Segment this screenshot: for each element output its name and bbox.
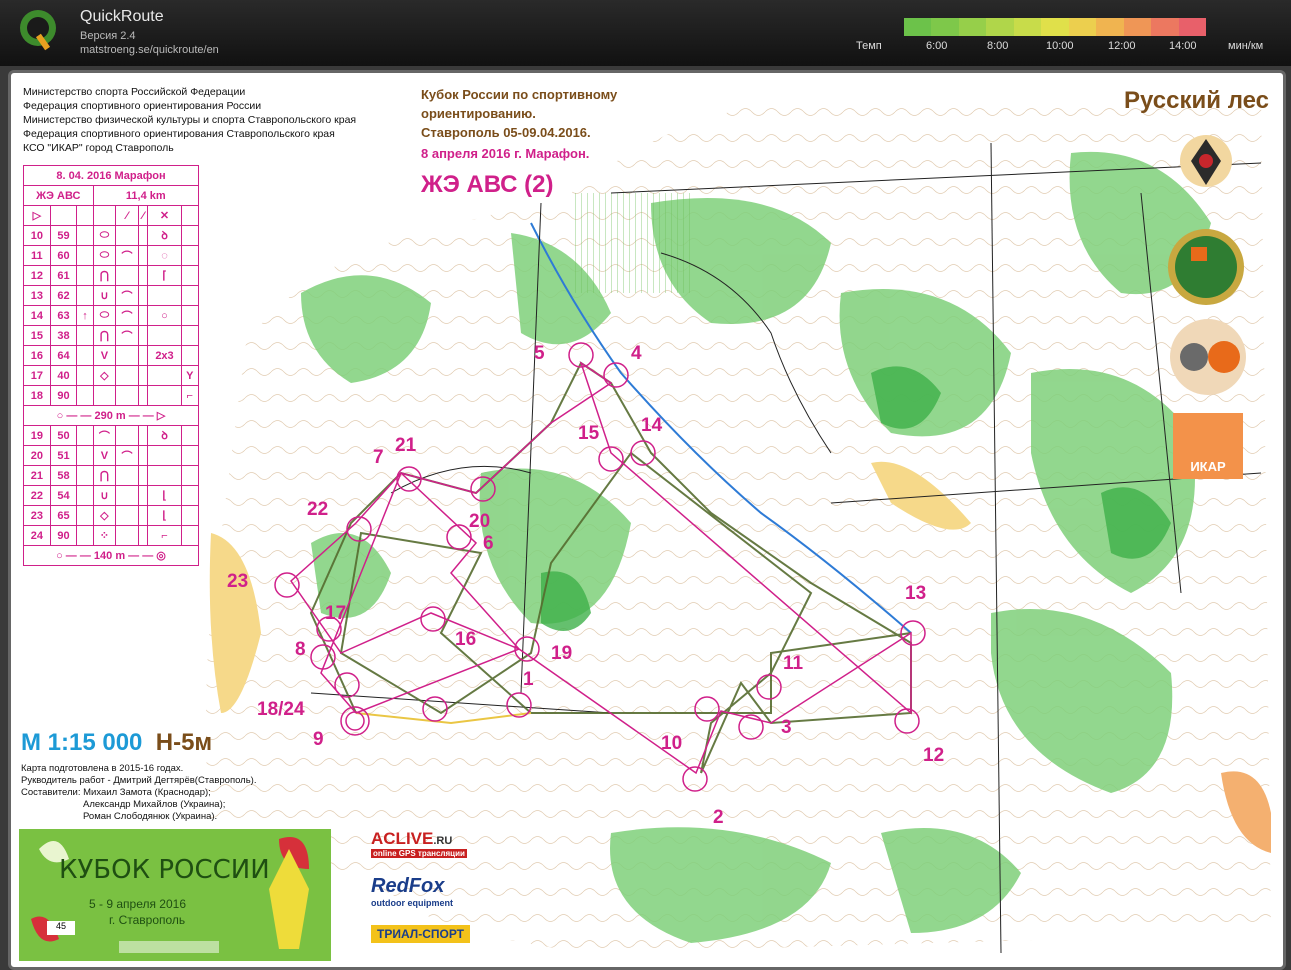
control-number[interactable]: 15: [578, 423, 599, 445]
cd-length: 11,4 km: [92, 185, 200, 206]
cd-row: 15 38 ⋂ ⌒: [23, 325, 199, 346]
control-number[interactable]: 17: [325, 603, 346, 625]
aclive-logo: ACLIVE.RU online GPS трансляции: [371, 829, 467, 858]
trial-sport-logo: ТРИАЛ-СПОРТ: [371, 925, 470, 943]
control-number[interactable]: 23: [227, 571, 248, 593]
org-line: КСО "ИКАР" город Ставрополь: [23, 142, 174, 154]
cd-row: 14 63 ↑ ⬭ ⌒ ○: [23, 305, 199, 326]
leaves-decoration-icon: [31, 837, 309, 953]
pace-tick: 14:00: [1169, 40, 1197, 52]
control-number[interactable]: 4: [631, 343, 642, 365]
control-number[interactable]: 13: [905, 583, 926, 605]
cd-row: 13 62 ∪ ⌒: [23, 285, 199, 306]
pace-unit: мин/км: [1228, 40, 1264, 52]
cd-finish-route: ○ — — 140 m — — ◎: [23, 545, 199, 566]
redfox-logo: RedFox outdoor equipment: [371, 875, 453, 908]
org-line: Федерация спортивного ориентирования Ста…: [23, 128, 335, 140]
cup-banner: КУБОК РОССИИ 5 - 9 апреля 2016 г. Ставро…: [19, 829, 331, 961]
map-credits: Карта подготовлена в 2015-16 годах. Рукв…: [21, 763, 257, 822]
control-number[interactable]: 1: [523, 669, 534, 691]
course-name: ЖЭ АВС (2): [421, 171, 554, 198]
cd-row: 11 60 ⬭ ⌒ ◌: [23, 245, 199, 266]
control-number[interactable]: 12: [923, 745, 944, 767]
emblem-icon: [1180, 135, 1232, 187]
app-version: Версия 2.4: [80, 30, 136, 42]
cd-row: 24 90 ⁘ ⌐: [23, 525, 199, 546]
pace-label: Темп: [856, 40, 882, 52]
cd-header: 8. 04. 2016 Марафон: [23, 165, 199, 186]
area-name: Русский лес: [1124, 87, 1269, 114]
cd-class: ЖЭ АВС: [23, 185, 94, 206]
control-number[interactable]: 21: [395, 435, 416, 457]
map-canvas[interactable]: ИКАР Министерство спорта Российской Феде…: [8, 70, 1286, 970]
app-title: QuickRoute: [80, 8, 164, 25]
cd-row: 17 40 ◇ Y: [23, 365, 199, 386]
cd-row: 12 61 ⋂ ⌈: [23, 265, 199, 286]
pace-color-scale: [904, 18, 1206, 36]
svg-text:ИКАР: ИКАР: [1190, 459, 1226, 474]
control-number[interactable]: 22: [307, 499, 328, 521]
pace-tick: 10:00: [1046, 40, 1074, 52]
pace-tick: 12:00: [1108, 40, 1136, 52]
app-url[interactable]: matstroeng.se/quickroute/en: [80, 44, 219, 56]
org-line: Федерация спортивного ориентирования Рос…: [23, 100, 262, 112]
control-number[interactable]: 6: [483, 533, 494, 555]
control-number[interactable]: 20: [469, 511, 490, 533]
app-header: QuickRoute Версия 2.4 matstroeng.se/quic…: [0, 0, 1291, 66]
control-number[interactable]: 10: [661, 733, 682, 755]
control-number[interactable]: 3: [781, 717, 792, 739]
organizers-text: Министерство спорта Российской Федерации…: [23, 85, 356, 155]
control-descriptions: 8. 04. 2016 Марафон ЖЭ АВС 11,4 km ▷ ⁄ ⁄ ✕ 1…: [23, 165, 200, 566]
control-number[interactable]: 7: [373, 447, 384, 469]
compass-logo-icon: [1170, 319, 1246, 395]
banner-title: КУБОК РОССИИ: [59, 855, 270, 885]
cup-title: Кубок России по спортивному ориентирован…: [421, 87, 618, 140]
federation-logo-icon: [1168, 229, 1244, 305]
org-line: Министерство спорта Российской Федерации: [23, 86, 246, 98]
ikar-logo-icon: ИКАР: [1173, 413, 1243, 479]
cd-row: 23 65 ◇ ⌊: [23, 505, 199, 526]
pace-tick: 8:00: [987, 40, 1009, 52]
cd-row: 21 58 ⋂: [23, 465, 199, 486]
pace-tick: 6:00: [926, 40, 948, 52]
banner-city: г. Ставрополь: [109, 913, 186, 927]
cd-row: 19 50 ⌒ ꝺ: [23, 425, 199, 446]
control-number[interactable]: 2: [713, 807, 724, 829]
control-number[interactable]: 9: [313, 729, 324, 751]
org-line: Министерство физической культуры и спорт…: [23, 114, 357, 126]
cd-row: 20 51 V ⌒: [23, 445, 199, 466]
control-number[interactable]: 5: [534, 343, 545, 365]
cd-row: 16 64 V 2x3: [23, 345, 199, 366]
banner-dates: 5 - 9 апреля 2016: [89, 897, 186, 911]
cd-row: 22 54 ∪ ⌊: [23, 485, 199, 506]
control-number[interactable]: 19: [551, 643, 572, 665]
control-number[interactable]: 14: [641, 415, 662, 437]
cd-marked-route: ○ — — 290 m — — ▷: [23, 405, 199, 426]
cd-row: 18 90 ⌐: [23, 385, 199, 406]
event-date: 8 апреля 2016 г. Марафон.: [421, 146, 590, 161]
control-number[interactable]: 8: [295, 639, 306, 661]
banner-badge: 45: [47, 921, 75, 935]
cd-row: 10 59 ⬭ ꝺ: [23, 225, 199, 246]
control-number[interactable]: 18/24: [257, 699, 305, 721]
control-number[interactable]: 11: [783, 653, 803, 675]
control-number[interactable]: 16: [455, 629, 476, 651]
map-scale: М 1:15 000 Н-5м: [21, 729, 213, 756]
quickroute-logo-icon: [20, 10, 56, 51]
